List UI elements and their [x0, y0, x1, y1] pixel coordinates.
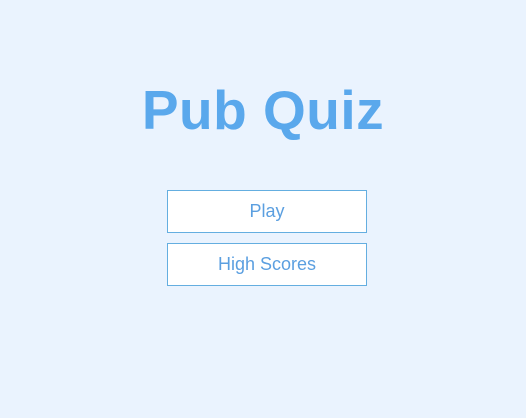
high-scores-button[interactable]: High Scores	[167, 243, 367, 286]
play-button[interactable]: Play	[167, 190, 367, 233]
game-title: Pub Quiz	[141, 79, 385, 141]
main-menu-screen: Pub Quiz Play High Scores	[0, 0, 526, 418]
